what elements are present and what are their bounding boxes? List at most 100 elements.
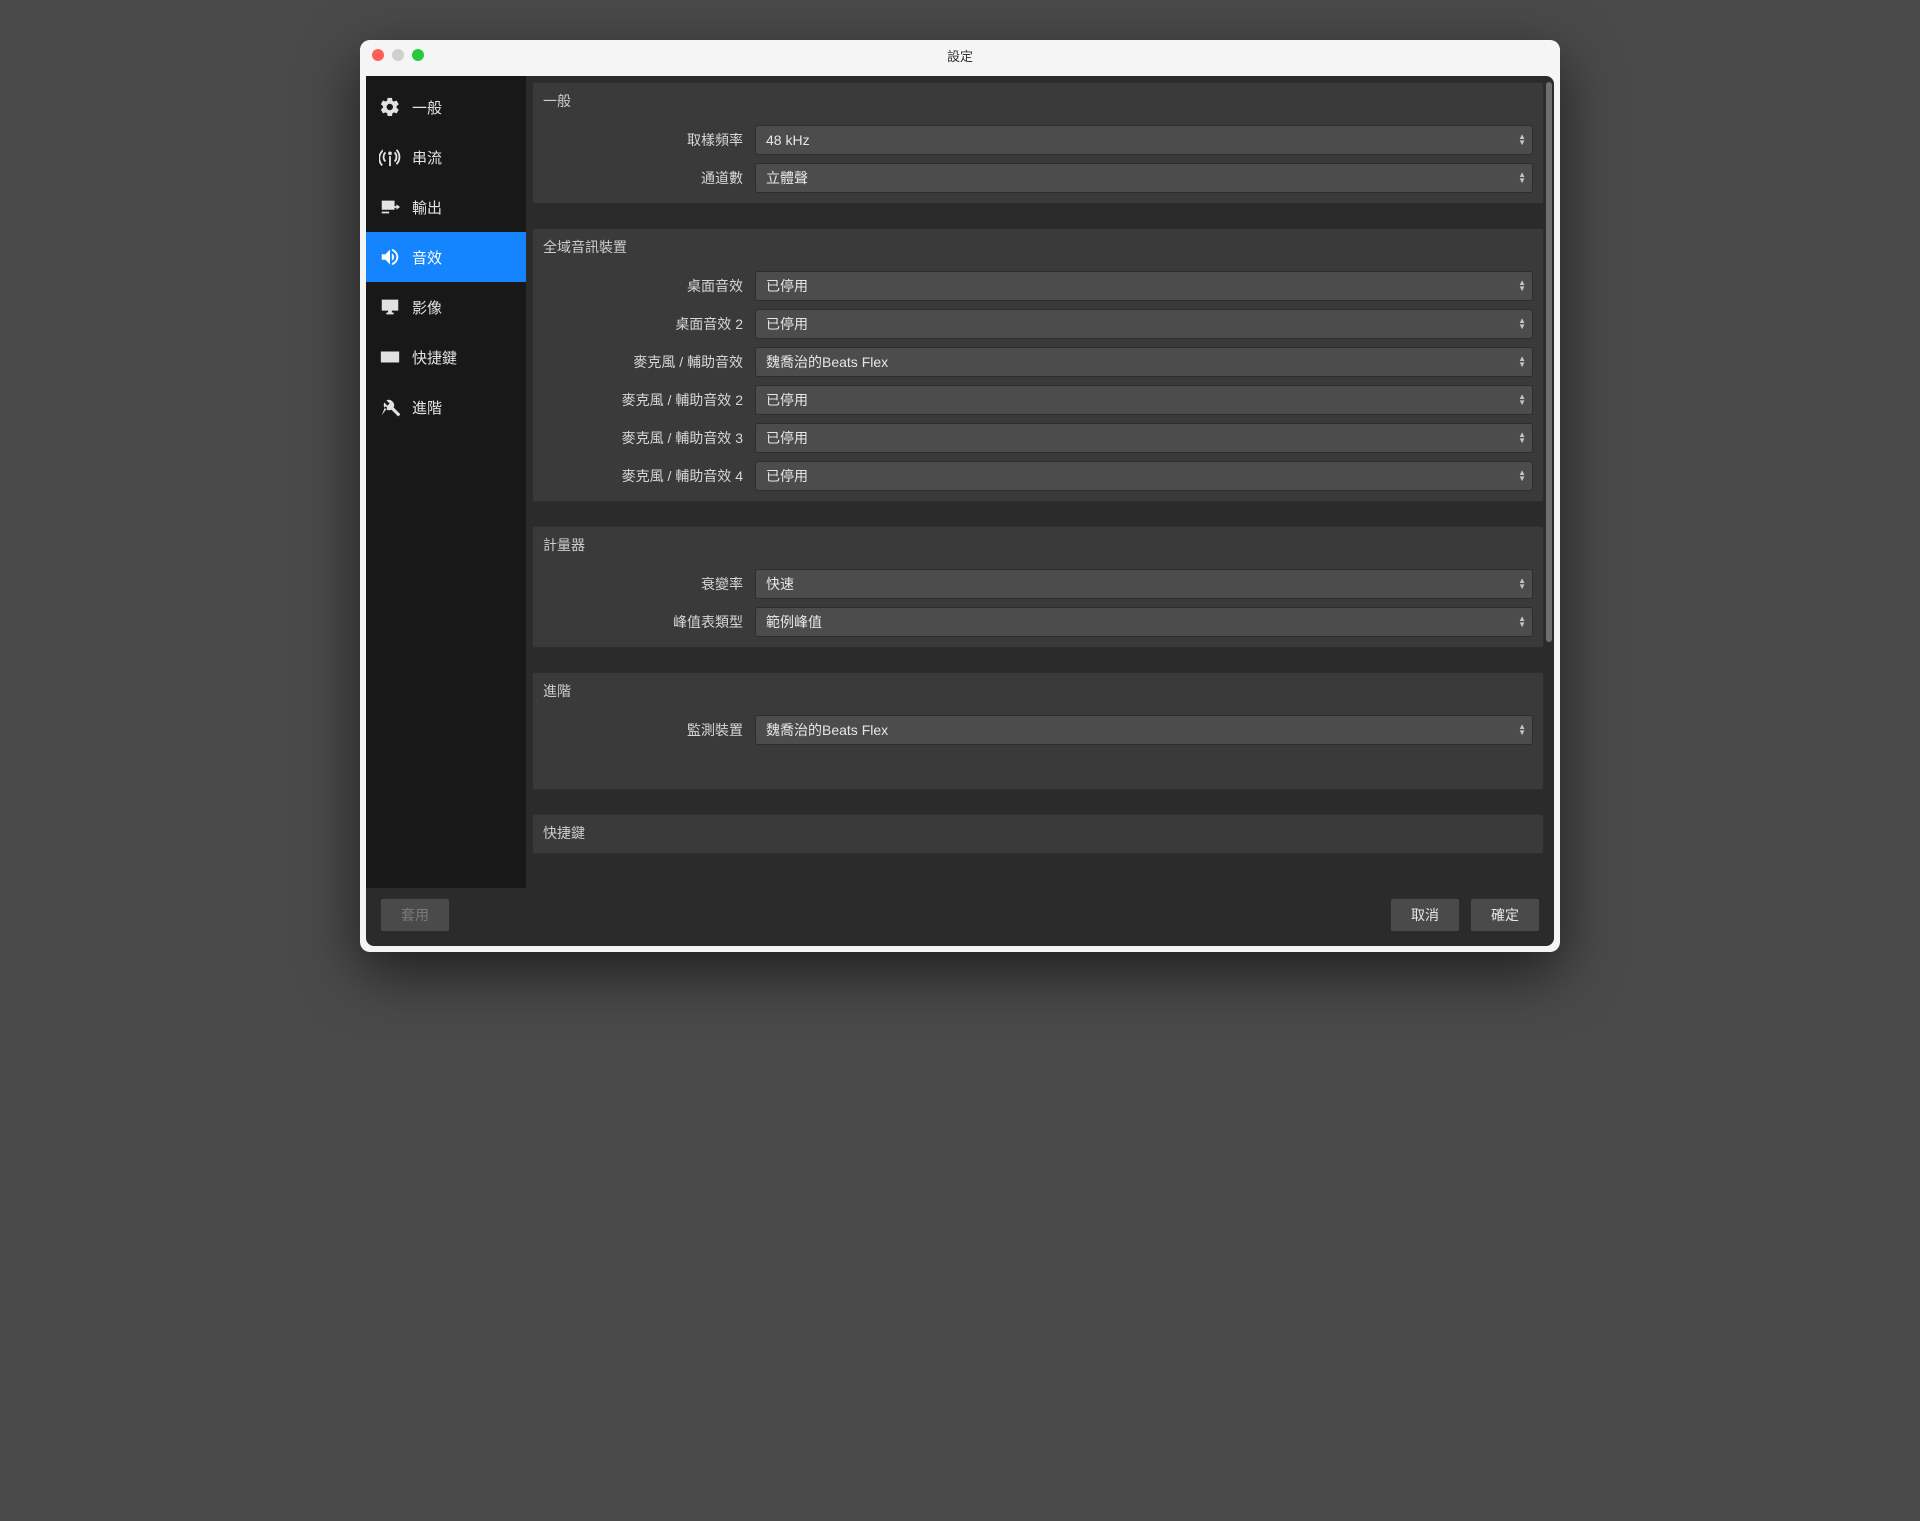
row-mic-aux-4: 麥克風 / 輔助音效 4 已停用 ▲▼ [533, 457, 1543, 501]
antenna-icon [378, 145, 402, 169]
output-icon [378, 195, 402, 219]
main-panel: 一般 取樣頻率 48 kHz ▲▼ 通道數 立體聲 [526, 76, 1554, 888]
row-peak-type: 峰值表類型 範例峰值 ▲▼ [533, 603, 1543, 647]
body: 一般 串流 輸出 [366, 76, 1554, 888]
sidebar-item-general[interactable]: 一般 [366, 82, 526, 132]
label-mic-aux-2: 麥克風 / 輔助音效 2 [543, 390, 743, 410]
minimize-icon[interactable] [392, 49, 404, 61]
dropdown-value: 魏喬治的Beats Flex [766, 352, 888, 372]
scroll-area: 一般 取樣頻率 48 kHz ▲▼ 通道數 立體聲 [532, 82, 1544, 882]
row-mic-aux-2: 麥克風 / 輔助音效 2 已停用 ▲▼ [533, 381, 1543, 419]
dropdown-desktop-audio[interactable]: 已停用 ▲▼ [755, 271, 1533, 301]
scrollbar-thumb[interactable] [1546, 82, 1552, 642]
dropdown-mic-aux-4[interactable]: 已停用 ▲▼ [755, 461, 1533, 491]
dropdown-value: 已停用 [766, 276, 808, 296]
ok-button[interactable]: 確定 [1470, 898, 1540, 932]
stepper-icon: ▲▼ [1518, 432, 1526, 444]
row-mic-aux-3: 麥克風 / 輔助音效 3 已停用 ▲▼ [533, 419, 1543, 457]
sidebar-item-output[interactable]: 輸出 [366, 182, 526, 232]
gear-icon [378, 95, 402, 119]
monitor-icon [378, 295, 402, 319]
dropdown-monitor-device[interactable]: 魏喬治的Beats Flex ▲▼ [755, 715, 1533, 745]
sidebar-item-label: 影像 [412, 297, 442, 318]
sidebar-item-label: 一般 [412, 97, 442, 118]
dropdown-mic-aux-2[interactable]: 已停用 ▲▼ [755, 385, 1533, 415]
sidebar-item-label: 進階 [412, 397, 442, 418]
keyboard-icon [378, 345, 402, 369]
label-sample-rate: 取樣頻率 [543, 130, 743, 150]
group-hotkeys: 快捷鍵 [532, 814, 1544, 854]
dropdown-sample-rate[interactable]: 48 kHz ▲▼ [755, 125, 1533, 155]
stepper-icon: ▲▼ [1518, 172, 1526, 184]
dropdown-mic-aux-3[interactable]: 已停用 ▲▼ [755, 423, 1533, 453]
dropdown-mic-aux[interactable]: 魏喬治的Beats Flex ▲▼ [755, 347, 1533, 377]
dropdown-value: 魏喬治的Beats Flex [766, 720, 888, 740]
group-title: 進階 [533, 673, 1543, 711]
apply-button[interactable]: 套用 [380, 898, 450, 932]
row-decay-rate: 衰變率 快速 ▲▼ [533, 565, 1543, 603]
group-global-audio-devices: 全域音訊裝置 桌面音效 已停用 ▲▼ 桌面音效 2 已停用 [532, 228, 1544, 502]
tools-icon [378, 395, 402, 419]
dropdown-peak-type[interactable]: 範例峰值 ▲▼ [755, 607, 1533, 637]
label-desktop-audio: 桌面音效 [543, 276, 743, 296]
stepper-icon: ▲▼ [1518, 616, 1526, 628]
scrollbar-track[interactable] [1546, 82, 1552, 882]
stepper-icon: ▲▼ [1518, 134, 1526, 146]
dropdown-channels[interactable]: 立體聲 ▲▼ [755, 163, 1533, 193]
label-monitor-device: 監測裝置 [543, 720, 743, 740]
sidebar-item-video[interactable]: 影像 [366, 282, 526, 332]
group-title: 快捷鍵 [533, 815, 1543, 853]
row-desktop-audio: 桌面音效 已停用 ▲▼ [533, 267, 1543, 305]
group-title: 計量器 [533, 527, 1543, 565]
dropdown-decay-rate[interactable]: 快速 ▲▼ [755, 569, 1533, 599]
window-controls [372, 49, 424, 61]
cancel-button[interactable]: 取消 [1390, 898, 1460, 932]
sidebar-item-audio[interactable]: 音效 [366, 232, 526, 282]
row-sample-rate: 取樣頻率 48 kHz ▲▼ [533, 121, 1543, 159]
group-title: 一般 [533, 83, 1543, 121]
label-channels: 通道數 [543, 168, 743, 188]
sidebar-item-label: 串流 [412, 147, 442, 168]
inner-frame: 一般 串流 輸出 [366, 76, 1554, 946]
titlebar: 設定 [360, 40, 1560, 70]
stepper-icon: ▲▼ [1518, 724, 1526, 736]
stepper-icon: ▲▼ [1518, 318, 1526, 330]
stepper-icon: ▲▼ [1518, 394, 1526, 406]
label-mic-aux-3: 麥克風 / 輔助音效 3 [543, 428, 743, 448]
dropdown-value: 已停用 [766, 314, 808, 334]
group-advanced: 進階 監測裝置 魏喬治的Beats Flex ▲▼ [532, 672, 1544, 790]
group-title: 全域音訊裝置 [533, 229, 1543, 267]
dropdown-value: 已停用 [766, 390, 808, 410]
row-desktop-audio-2: 桌面音效 2 已停用 ▲▼ [533, 305, 1543, 343]
row-mic-aux: 麥克風 / 輔助音效 魏喬治的Beats Flex ▲▼ [533, 343, 1543, 381]
dropdown-value: 範例峰值 [766, 612, 822, 632]
row-channels: 通道數 立體聲 ▲▼ [533, 159, 1543, 203]
window-title: 設定 [360, 46, 1560, 65]
sidebar-item-label: 快捷鍵 [412, 347, 457, 368]
row-monitor-device: 監測裝置 魏喬治的Beats Flex ▲▼ [533, 711, 1543, 749]
label-desktop-audio-2: 桌面音效 2 [543, 314, 743, 334]
sidebar-item-label: 輸出 [412, 197, 442, 218]
sidebar-item-stream[interactable]: 串流 [366, 132, 526, 182]
sidebar-item-advanced[interactable]: 進階 [366, 382, 526, 432]
speaker-icon [378, 245, 402, 269]
label-peak-type: 峰值表類型 [543, 612, 743, 632]
dropdown-value: 快速 [766, 574, 794, 594]
group-meters: 計量器 衰變率 快速 ▲▼ 峰值表類型 範例峰值 [532, 526, 1544, 648]
stepper-icon: ▲▼ [1518, 470, 1526, 482]
close-icon[interactable] [372, 49, 384, 61]
group-general: 一般 取樣頻率 48 kHz ▲▼ 通道數 立體聲 [532, 82, 1544, 204]
sidebar: 一般 串流 輸出 [366, 76, 526, 888]
footer: 套用 取消 確定 [366, 888, 1554, 946]
maximize-icon[interactable] [412, 49, 424, 61]
label-decay-rate: 衰變率 [543, 574, 743, 594]
sidebar-item-hotkeys[interactable]: 快捷鍵 [366, 332, 526, 382]
settings-window: 設定 一般 串流 [360, 40, 1560, 952]
sidebar-item-label: 音效 [412, 247, 442, 268]
stepper-icon: ▲▼ [1518, 356, 1526, 368]
dropdown-value: 已停用 [766, 428, 808, 448]
dropdown-desktop-audio-2[interactable]: 已停用 ▲▼ [755, 309, 1533, 339]
stepper-icon: ▲▼ [1518, 578, 1526, 590]
label-mic-aux-4: 麥克風 / 輔助音效 4 [543, 466, 743, 486]
stepper-icon: ▲▼ [1518, 280, 1526, 292]
